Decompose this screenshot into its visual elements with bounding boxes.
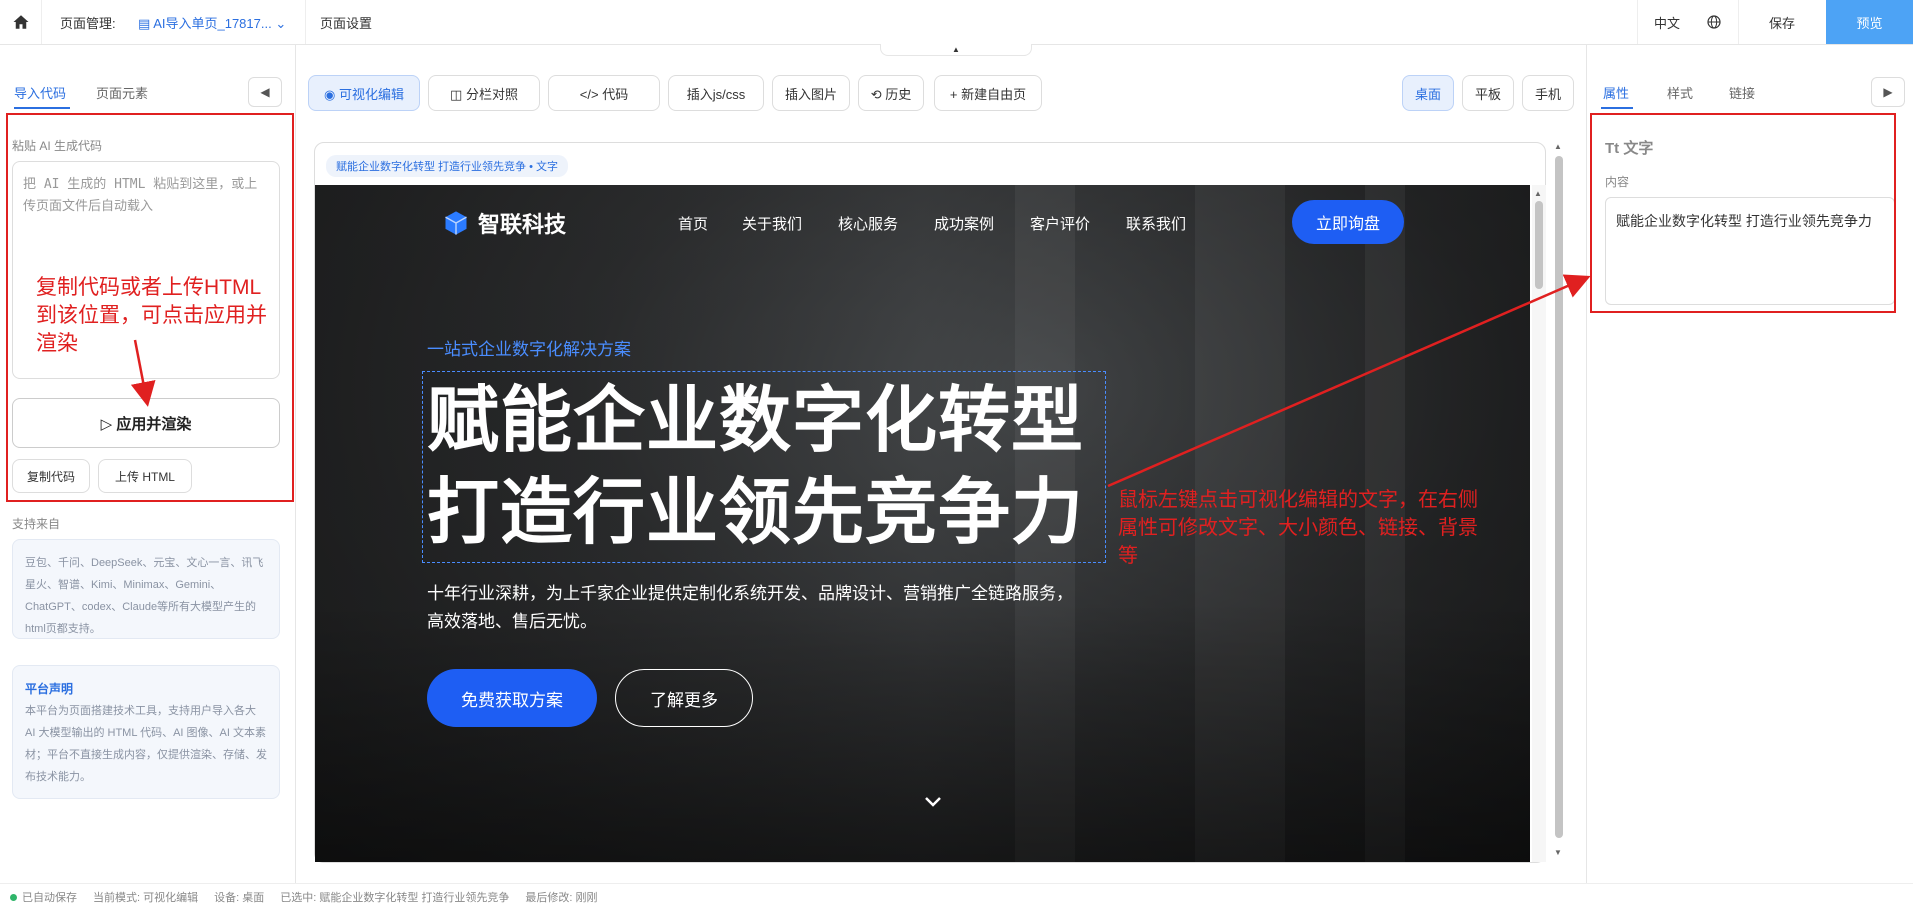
annotation-arrow-left	[130, 339, 156, 407]
annotation-arrow-right	[1107, 274, 1591, 488]
annotation-arrows	[130, 274, 1591, 488]
